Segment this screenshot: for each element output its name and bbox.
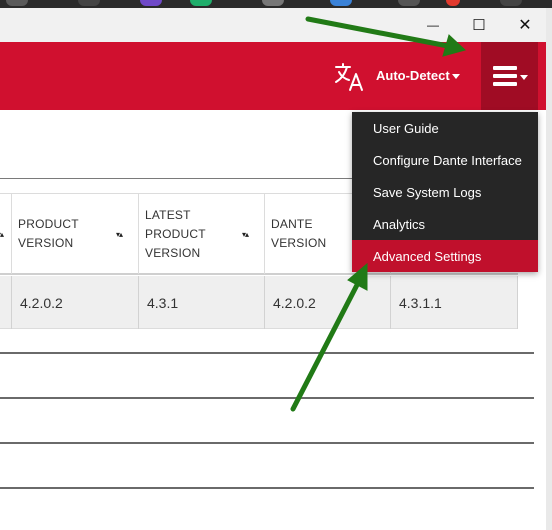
chevron-down-icon [520, 75, 528, 80]
row-divider [0, 442, 534, 444]
cell-latest-product-version: 4.3.1 [139, 276, 265, 329]
language-select-label[interactable]: Auto-Detect [376, 68, 450, 83]
main-menu-button[interactable] [481, 42, 538, 110]
hamburger-menu-icon [493, 66, 517, 90]
translate-icon[interactable] [334, 62, 366, 92]
table-cell: 4.3.1.1 [391, 276, 518, 329]
cell-product-version: 4.2.0.2 [12, 276, 139, 329]
taskbar-strip [0, 0, 552, 8]
sort-icon[interactable]: ▾▴ [242, 230, 249, 239]
column-header-label: DANTE VERSION [271, 217, 327, 250]
column-header-product-version[interactable]: PRODUCT VERSION ▾▴ [12, 194, 139, 274]
chevron-down-icon[interactable] [452, 74, 460, 79]
column-header-label: PRODUCT VERSION [18, 217, 79, 250]
column-header-label: LATEST PRODUCT VERSION [145, 207, 206, 260]
taskbar-app-icon[interactable] [262, 0, 284, 6]
maximize-icon: ☐ [472, 17, 486, 34]
menu-item-configure-dante-interface[interactable]: Configure Dante Interface [352, 144, 538, 176]
table-cell [0, 276, 12, 329]
row-divider [0, 487, 534, 489]
taskbar-app-icon[interactable] [398, 0, 420, 6]
main-menu-dropdown: User Guide Configure Dante Interface Sav… [352, 112, 538, 272]
menu-item-user-guide[interactable]: User Guide [352, 112, 538, 144]
close-icon: ✕ [518, 17, 532, 34]
taskbar-app-icon[interactable] [190, 0, 212, 6]
row-divider [0, 397, 534, 399]
taskbar-app-icon[interactable] [446, 0, 460, 6]
maximize-button[interactable]: ☐ [456, 8, 502, 42]
taskbar-app-icon[interactable] [500, 0, 522, 6]
row-divider [0, 352, 534, 354]
taskbar-app-icon[interactable] [330, 0, 352, 6]
app-header [0, 42, 546, 110]
taskbar-app-icon[interactable] [6, 0, 28, 6]
minimize-button[interactable]: — [410, 8, 456, 42]
menu-item-save-system-logs[interactable]: Save System Logs [352, 176, 538, 208]
sort-icon[interactable]: ▾▴ [116, 230, 123, 239]
window-edge [546, 8, 552, 530]
table-row[interactable]: 4.2.0.2 4.3.1 4.2.0.2 4.3.1.1 [0, 276, 518, 329]
menu-item-advanced-settings[interactable]: Advanced Settings [352, 240, 538, 272]
menu-item-analytics[interactable]: Analytics [352, 208, 538, 240]
column-header-latest-product-version[interactable]: LATEST PRODUCT VERSION ▾▴ [139, 194, 265, 274]
close-button[interactable]: ✕ [502, 8, 548, 42]
taskbar-app-icon[interactable] [140, 0, 162, 6]
column-header[interactable]: ▾▴ [0, 194, 12, 274]
sort-icon[interactable]: ▾▴ [0, 230, 4, 239]
minimize-icon: — [427, 18, 439, 32]
taskbar-app-icon[interactable] [78, 0, 100, 6]
cell-dante-version: 4.2.0.2 [265, 276, 391, 329]
